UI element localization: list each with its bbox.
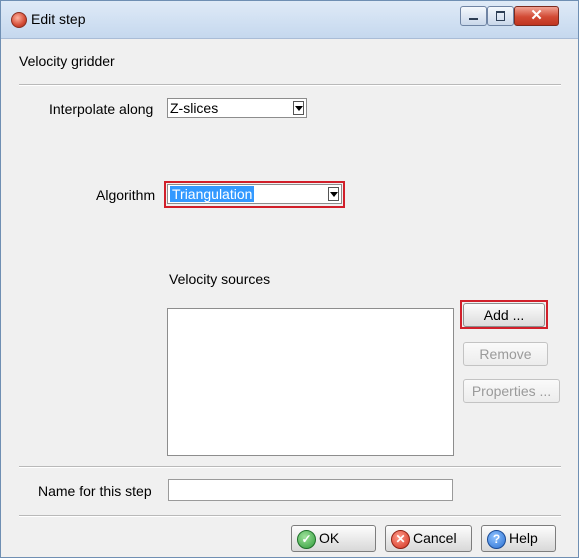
minimize-icon [469, 18, 478, 20]
velocity-sources-label: Velocity sources [169, 271, 271, 287]
minimize-button[interactable] [460, 6, 487, 26]
step-name-input[interactable] [168, 479, 453, 501]
interpolate-select[interactable]: Z-slices [167, 98, 307, 118]
algorithm-label: Algorithm [96, 187, 156, 203]
chevron-down-icon[interactable] [328, 187, 339, 201]
remove-button[interactable]: Remove [463, 342, 548, 366]
cancel-button[interactable]: ✕ Cancel [385, 525, 472, 552]
cancel-label: Cancel [413, 530, 457, 546]
properties-button[interactable]: Properties ... [463, 379, 560, 403]
interpolate-label: Interpolate along [49, 101, 154, 117]
question-icon: ? [487, 530, 506, 549]
algorithm-value: Triangulation [170, 186, 255, 202]
close-button[interactable]: ✕ [514, 6, 559, 26]
help-label: Help [509, 530, 538, 546]
top-divider [19, 84, 561, 86]
edit-step-dialog: Edit step ✕ Velocity gridder Interpolate… [0, 0, 579, 558]
interpolate-value: Z-slices [170, 100, 219, 116]
maximize-icon [496, 11, 505, 21]
check-icon: ✓ [297, 530, 316, 549]
close-icon: ✕ [530, 7, 543, 24]
add-button[interactable]: Add ... [463, 303, 545, 327]
app-icon [11, 12, 27, 28]
window-title: Edit step [31, 11, 86, 27]
x-icon: ✕ [391, 530, 410, 549]
name-field-label: Name for this step [38, 483, 152, 499]
ok-label: OK [319, 530, 340, 546]
maximize-button[interactable] [487, 6, 514, 26]
velocity-sources-list[interactable] [167, 308, 454, 456]
algorithm-select[interactable]: Triangulation [167, 184, 342, 204]
middle-divider [19, 466, 561, 468]
title-bar[interactable]: Edit step ✕ [1, 1, 578, 39]
chevron-down-icon[interactable] [293, 101, 304, 115]
help-button[interactable]: ? Help [481, 525, 556, 552]
ok-button[interactable]: ✓ OK [291, 525, 376, 552]
bottom-divider [19, 515, 561, 517]
step-type-label: Velocity gridder [19, 53, 115, 69]
